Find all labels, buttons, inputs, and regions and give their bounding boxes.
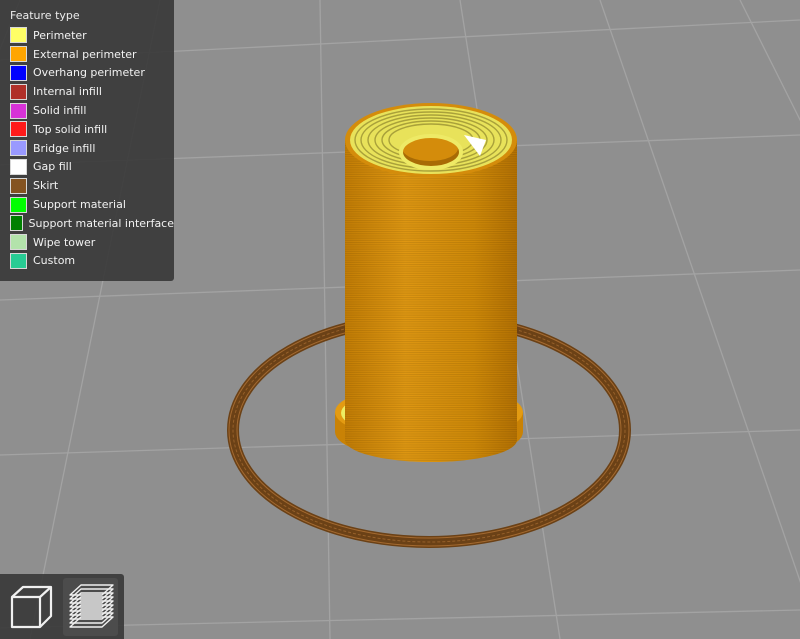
layers-view-button[interactable] (63, 578, 118, 636)
legend-item-top-solid-infill: Top solid infill (10, 120, 174, 139)
legend-label: Custom (33, 254, 76, 268)
legend-swatch (10, 234, 27, 251)
feature-type-legend: Feature type Perimeter External perimete… (0, 0, 174, 281)
legend-label: Solid infill (33, 104, 87, 118)
legend-item-wipe-tower: Wipe tower (10, 233, 174, 252)
printed-cylinder (345, 103, 517, 462)
cube-3d-view-icon (10, 585, 52, 629)
legend-swatch (10, 121, 27, 138)
legend-item-custom: Custom (10, 252, 174, 271)
legend-swatch (10, 83, 27, 100)
legend-item-overhang-perimeter: Overhang perimeter (10, 64, 174, 83)
legend-label: Internal infill (33, 85, 102, 99)
view-mode-toolbar (0, 574, 124, 639)
legend-swatch (10, 46, 27, 63)
legend-item-bridge-infill: Bridge infill (10, 139, 174, 158)
legend-item-skirt: Skirt (10, 176, 174, 195)
legend-item-support-material-interface: Support material interface (10, 214, 174, 233)
legend-swatch (10, 64, 27, 81)
legend-swatch (10, 140, 27, 157)
legend-label: Gap fill (33, 160, 72, 174)
legend-swatch (10, 27, 27, 44)
legend-title: Feature type (10, 9, 80, 22)
legend-item-perimeter: Perimeter (10, 26, 174, 45)
legend-label: External perimeter (33, 47, 137, 61)
legend-label: Overhang perimeter (33, 66, 145, 80)
legend-item-internal-infill: Internal infill (10, 82, 174, 101)
legend-label: Bridge infill (33, 141, 96, 155)
legend-label: Perimeter (33, 28, 87, 42)
legend-item-solid-infill: Solid infill (10, 101, 174, 120)
3d-view-button[interactable] (3, 578, 58, 636)
legend-swatch (10, 177, 27, 194)
legend-label: Support material interface (28, 216, 174, 230)
legend-label: Skirt (33, 179, 59, 193)
legend-item-gap-fill: Gap fill (10, 158, 174, 177)
legend-swatch (10, 196, 27, 213)
legend-item-external-perimeter: External perimeter (10, 45, 174, 64)
legend-item-support-material: Support material (10, 195, 174, 214)
legend-label: Top solid infill (33, 122, 108, 136)
legend-label: Wipe tower (33, 235, 96, 249)
legend-swatch (10, 215, 23, 232)
legend-swatch (10, 158, 27, 175)
legend-swatch (10, 252, 27, 269)
layers-view-icon (68, 584, 114, 628)
legend-label: Support material (33, 198, 126, 212)
legend-swatch (10, 102, 27, 119)
